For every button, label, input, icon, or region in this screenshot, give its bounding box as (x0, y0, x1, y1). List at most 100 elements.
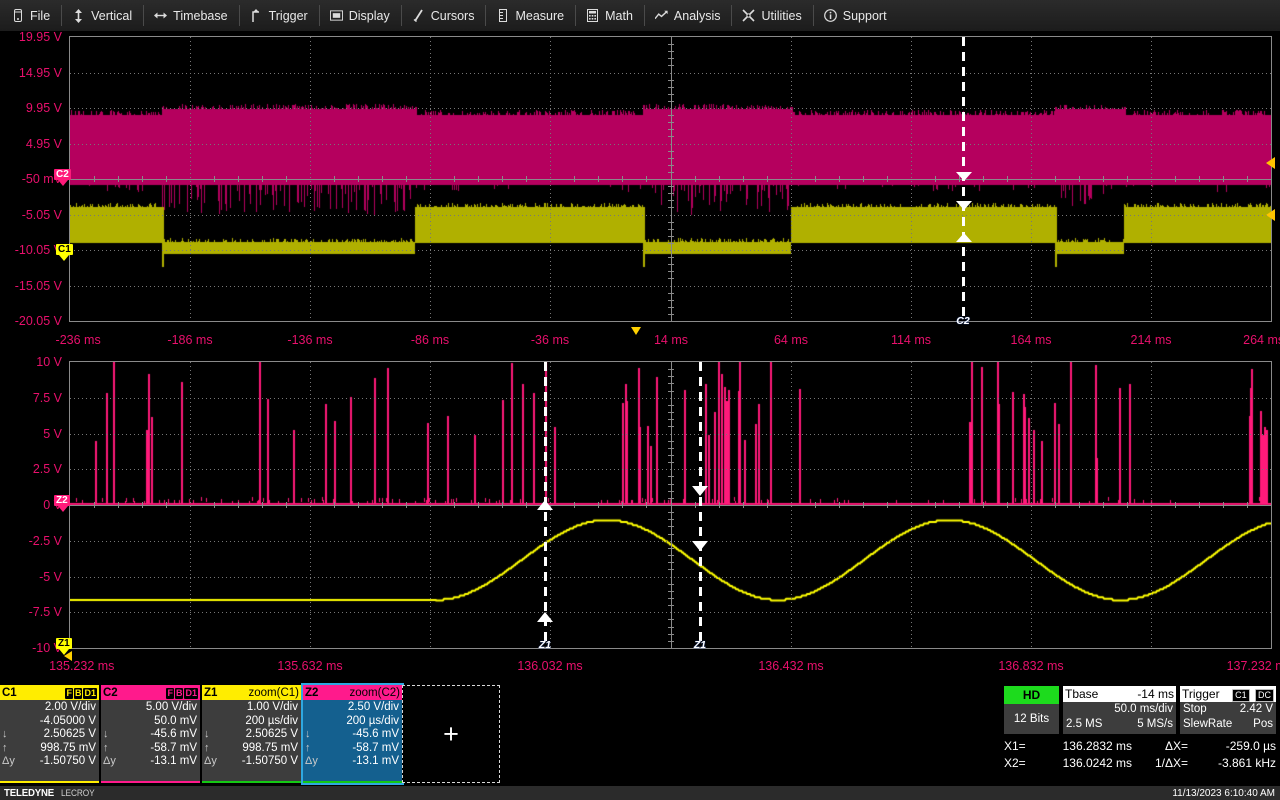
channel-tag-c2[interactable]: C2 (54, 169, 71, 180)
channel-tag-z1[interactable]: Z1 (56, 638, 72, 649)
hd-mode-box[interactable]: HD 12 Bits (1004, 686, 1059, 734)
x-axis-label: 164 ms (1011, 333, 1052, 347)
grid-tick (668, 619, 674, 620)
descriptor-row: 2.50 V/div (305, 701, 399, 715)
level-marker-upper[interactable] (1266, 157, 1275, 169)
grid-tick (668, 526, 674, 527)
bottom-zoom-range-marker (64, 651, 72, 661)
descriptor-row-value: 2.50625 V (217, 728, 298, 742)
descriptor-header[interactable]: Z2zoom(C2) (303, 685, 402, 700)
descriptor-row-key: ↑ (305, 742, 318, 756)
y-axis-label: 10 V (36, 355, 62, 369)
descriptor-box-z2[interactable]: Z2zoom(C2)2.50 V/div200 µs/div↓-45.6 mV↑… (303, 685, 402, 783)
descriptor-row: Δy-1.50750 V (2, 755, 96, 769)
descriptor-row-value: -4.05000 V (15, 715, 96, 729)
descriptor-box-c1[interactable]: C1FBD12.00 V/div-4.05000 V↓2.50625 V↑998… (0, 685, 99, 783)
grid-tick (118, 176, 119, 182)
grid-tick (668, 94, 674, 95)
y-axis-label: -2.5 V (29, 534, 62, 548)
grid-hline (70, 73, 1271, 74)
top-waveform-grid[interactable] (69, 36, 1272, 322)
trigger-type: SlewRate (1183, 717, 1232, 732)
descriptor-flag-d1[interactable]: D1 (83, 688, 97, 699)
y-axis-label: -7.5 V (29, 605, 62, 619)
timebase-samplerate: 5 MS/s (1137, 717, 1173, 732)
x-axis-label: -136 ms (287, 333, 332, 347)
trigger-box[interactable]: Trigger C1 DC Stop 2.42 V SlewRate Pos (1180, 686, 1276, 734)
grid-tick (839, 176, 840, 182)
channel-tag-z2[interactable]: Z2 (54, 495, 70, 506)
grid-tick (863, 502, 864, 508)
descriptor-row: Δy-13.1 mV (103, 755, 197, 769)
descriptor-flag-b[interactable]: B (175, 688, 184, 699)
descriptor-flag-f[interactable]: F (166, 688, 174, 699)
grid-tick (502, 176, 503, 182)
menu-item-analysis[interactable]: Analysis (644, 0, 732, 31)
menu-item-support[interactable]: Support (813, 0, 898, 31)
level-marker-lower[interactable] (1266, 209, 1275, 221)
grid-tick (719, 502, 720, 508)
menu-item-display[interactable]: Display (319, 0, 401, 31)
grid-tick (1079, 502, 1080, 508)
descriptor-row: 50.0 mV (103, 715, 197, 729)
channel-anchor-c1 (59, 255, 69, 261)
vertical-arrows-icon (72, 9, 85, 23)
menu-item-label: Support (843, 9, 887, 23)
grid-tick (668, 278, 674, 279)
descriptor-row-key: ↓ (305, 728, 318, 742)
descriptor-flag-b[interactable]: B (74, 688, 83, 699)
menu-item-utilities[interactable]: Utilities (731, 0, 812, 31)
y-axis-label: -5 V (39, 570, 62, 584)
grid-tick (1175, 502, 1176, 508)
descriptor-row-key: Δy (305, 755, 318, 769)
trigger-state: Stop (1183, 702, 1207, 717)
menu-item-label: File (30, 9, 50, 23)
grid-tick (668, 115, 674, 116)
descriptor-row: 5.00 V/div (103, 701, 197, 715)
grid-tick (478, 176, 479, 182)
hd-label: HD (1004, 686, 1059, 704)
menu-item-trigger[interactable]: Trigger (239, 0, 319, 31)
measurement-value-delta: -259.0 µs (1188, 738, 1276, 755)
grid-tick (358, 502, 359, 508)
menu-item-vertical[interactable]: Vertical (61, 0, 143, 31)
descriptor-box-c2[interactable]: C2FBD15.00 V/div50.0 mV↓-45.6 mV↑-58.7 m… (101, 685, 200, 783)
grid-tick (668, 598, 674, 599)
descriptor-row: ↓2.50625 V (204, 728, 298, 742)
descriptor-header[interactable]: C2FBD1 (101, 685, 200, 700)
descriptor-row-value: 1.00 V/div (217, 701, 298, 715)
bottom-waveform-grid[interactable] (69, 361, 1272, 649)
x-axis-label: 136.032 ms (517, 659, 582, 673)
descriptor-flag-d1[interactable]: D1 (184, 688, 198, 699)
cursor-readout: X1=136.2832 msΔX=-259.0 µsX2=136.0242 ms… (1004, 738, 1280, 774)
descriptor-header[interactable]: Z1zoom(C1) (202, 685, 301, 700)
grid-tick (668, 51, 674, 52)
grid-tick (286, 502, 287, 508)
grid-tick (166, 176, 167, 182)
descriptor-row-value: 50.0 mV (116, 715, 197, 729)
grid-hline (70, 215, 1271, 216)
descriptor-header[interactable]: C1FBD1 (0, 685, 99, 700)
timebase-scale: 50.0 ms/div (1114, 702, 1173, 717)
grid-tick (935, 176, 936, 182)
menu-item-math[interactable]: Math (575, 0, 644, 31)
menu-item-timebase[interactable]: Timebase (143, 0, 238, 31)
grid-tick (668, 462, 674, 463)
menu-item-cursors[interactable]: Cursors (401, 0, 486, 31)
menu-item-file[interactable]: File (0, 0, 61, 31)
grid-tick (526, 176, 527, 182)
descriptor-flag-f[interactable]: F (65, 688, 73, 699)
descriptor-row: 1.00 V/div (204, 701, 298, 715)
grid-tick (668, 65, 674, 66)
descriptor-row-value: 200 µs/div (318, 715, 399, 729)
measurement-value-x: 136.2832 ms (1034, 738, 1132, 755)
menu-item-measure[interactable]: Measure (485, 0, 575, 31)
grid-tick (454, 502, 455, 508)
add-trace-button[interactable]: + (402, 685, 500, 783)
timebase-box[interactable]: Tbase -14 ms 50.0 ms/div 2.5 MS 5 MS/s (1063, 686, 1176, 734)
grid-tick (668, 476, 674, 477)
channel-tag-c1[interactable]: C1 (56, 244, 73, 255)
trigger-position-marker[interactable] (631, 327, 641, 335)
bottom-cursor-line-2[interactable] (699, 362, 702, 644)
descriptor-box-z1[interactable]: Z1zoom(C1)1.00 V/div200 µs/div↓2.50625 V… (202, 685, 301, 783)
